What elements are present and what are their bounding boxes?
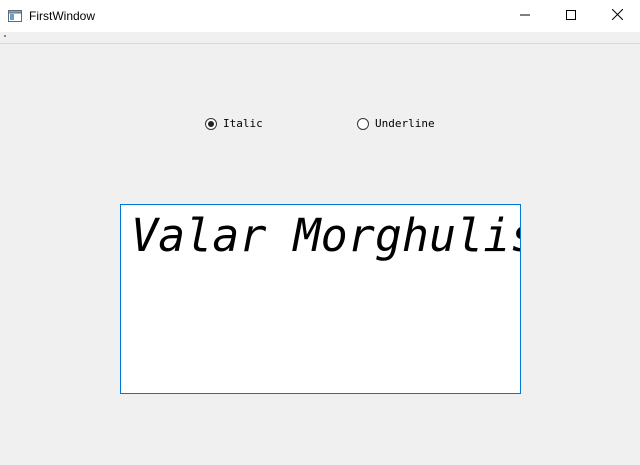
menu-bar <box>0 32 640 44</box>
underline-radio[interactable]: Underline <box>357 117 435 130</box>
editor-text-line: Valar Morghulis <box>131 209 521 262</box>
maximize-button[interactable] <box>548 0 594 32</box>
underline-radio-label: Underline <box>375 117 435 130</box>
title-bar: FirstWindow <box>0 0 640 32</box>
italic-radio-label: Italic <box>223 117 263 130</box>
text-editor[interactable]: Valar Morghulis <box>120 204 521 394</box>
menu-handle-icon <box>4 35 6 37</box>
editor-text: Valar Morghulis <box>131 209 521 262</box>
minimize-button[interactable] <box>502 0 548 32</box>
underline-radio-indicator[interactable] <box>357 117 369 130</box>
close-button[interactable] <box>594 0 640 32</box>
italic-radio[interactable]: Italic <box>205 117 263 130</box>
italic-radio-indicator[interactable] <box>205 117 217 130</box>
close-icon <box>611 7 623 25</box>
window-title: FirstWindow <box>29 9 96 23</box>
app-window-icon <box>8 9 22 22</box>
minimize-icon <box>520 7 530 25</box>
maximize-icon <box>566 7 576 25</box>
